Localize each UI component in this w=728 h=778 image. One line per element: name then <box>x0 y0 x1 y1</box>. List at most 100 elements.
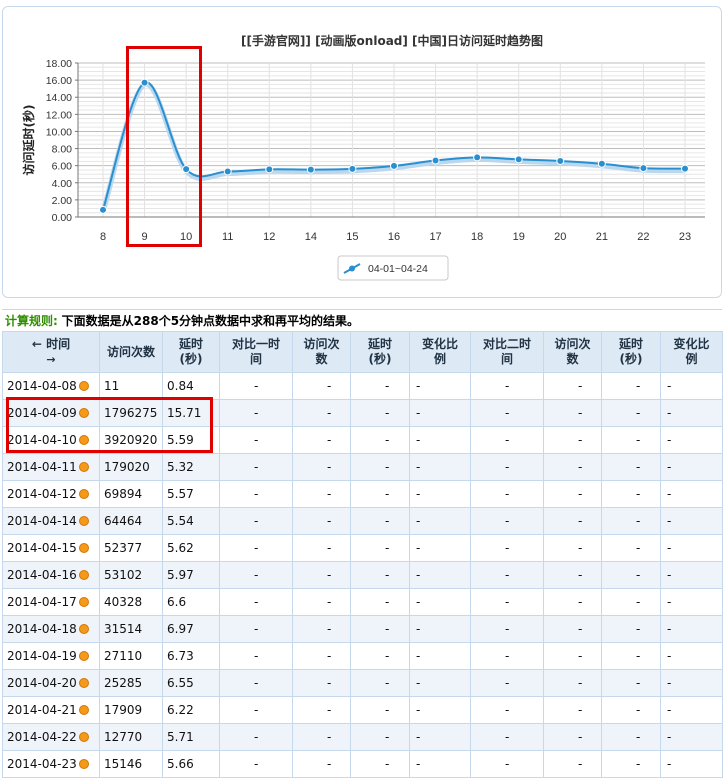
compare-cell: - <box>409 588 471 616</box>
date-cell[interactable]: 2014-04-09 <box>2 399 100 427</box>
orange-dot-icon[interactable] <box>78 569 89 580</box>
header-line: 数 <box>566 352 579 366</box>
y-tick-label: 12.00 <box>46 109 72 121</box>
orange-dot-icon[interactable] <box>78 434 89 445</box>
header-line: 变化比 <box>421 337 458 351</box>
compare-cell: - <box>219 534 293 562</box>
date-cell[interactable]: 2014-04-17 <box>2 588 100 616</box>
table-row: 2014-04-20 25285 6.55- - - - - - - - <box>2 669 723 697</box>
compare-cell: - <box>350 399 410 427</box>
compare-cell: - <box>350 588 410 616</box>
date-text: 2014-04-22 <box>7 730 77 744</box>
date-cell[interactable]: 2014-04-19 <box>2 642 100 670</box>
compare-cell: - <box>543 642 602 670</box>
compare-cell: - <box>601 453 661 481</box>
orange-dot-icon[interactable] <box>78 650 89 661</box>
data-point <box>99 205 107 214</box>
compare-cell: - <box>350 426 410 454</box>
compare-cell: - <box>409 615 471 643</box>
orange-dot-icon[interactable] <box>78 623 89 634</box>
orange-dot-icon[interactable] <box>78 488 89 499</box>
table-row: 2014-04-11 179020 5.32- - - - - - - - <box>2 453 723 481</box>
compare-cell: - <box>219 399 293 427</box>
compare-cell: - <box>292 534 351 562</box>
date-cell[interactable]: 2014-04-16 <box>2 561 100 589</box>
date-cell[interactable]: 2014-04-20 <box>2 669 100 697</box>
orange-dot-icon[interactable] <box>78 677 89 688</box>
orange-dot-icon[interactable] <box>78 515 89 526</box>
column-header: 延时 (秒) <box>162 331 220 373</box>
data-point <box>223 167 232 176</box>
compare-cell: - <box>219 453 293 481</box>
compare-cell: - <box>601 615 661 643</box>
compare-cell: - <box>292 399 351 427</box>
compare-cell: - <box>350 642 410 670</box>
compare-cell: - <box>601 588 661 616</box>
orange-dot-icon[interactable] <box>78 704 89 715</box>
sort-time-header[interactable]: ← 时间 → <box>2 331 100 373</box>
data-point <box>306 165 315 174</box>
compare-cell: - <box>292 372 351 400</box>
orange-dot-icon[interactable] <box>78 542 89 553</box>
x-tick-label: 18 <box>471 231 483 243</box>
date-cell[interactable]: 2014-04-21 <box>2 696 100 724</box>
date-cell[interactable]: 2014-04-11 <box>2 453 100 481</box>
header-line: 延时 <box>178 337 203 351</box>
compare-cell: - <box>409 399 471 427</box>
date-text: 2014-04-16 <box>7 568 77 582</box>
date-cell[interactable]: 2014-04-14 <box>2 507 100 535</box>
column-header: 延时 (秒) <box>350 331 410 373</box>
table-row: 2014-04-22 12770 5.71- - - - - - - - <box>2 723 723 751</box>
table-row: 2014-04-21 17909 6.22- - - - - - - - <box>2 696 723 724</box>
compare-cell: - <box>543 723 602 751</box>
date-text: 2014-04-14 <box>7 514 77 528</box>
data-point <box>348 164 357 173</box>
data-point <box>473 153 482 162</box>
table-row: 2014-04-17 40328 6.6- - - - - - - - <box>2 588 723 616</box>
visits-cell: 27110 <box>99 642 163 670</box>
visits-cell: 179020 <box>99 453 163 481</box>
data-point <box>556 156 565 165</box>
x-tick-label: 10 <box>180 231 192 243</box>
data-point <box>265 165 274 174</box>
visits-cell: 11 <box>99 372 163 400</box>
rule-label: 计算规则: <box>5 314 58 328</box>
table-body: 2014-04-08 11 0.84- - - - - - - -2014-04-09 179627… <box>2 372 723 778</box>
x-tick-label: 8 <box>100 231 106 243</box>
header-line: (秒) <box>619 352 643 366</box>
orange-dot-icon[interactable] <box>78 407 89 418</box>
x-tick-label: 22 <box>637 231 649 243</box>
compare-cell: - <box>601 669 661 697</box>
date-cell[interactable]: 2014-04-18 <box>2 615 100 643</box>
compare-cell: - <box>470 588 544 616</box>
compare-cell: - <box>470 723 544 751</box>
date-cell[interactable]: 2014-04-15 <box>2 534 100 562</box>
table-row: 2014-04-14 64464 5.54- - - - - - - - <box>2 507 723 535</box>
orange-dot-icon[interactable] <box>78 461 89 472</box>
orange-dot-icon[interactable] <box>78 758 89 769</box>
date-cell[interactable]: 2014-04-12 <box>2 480 100 508</box>
orange-dot-icon[interactable] <box>78 380 89 391</box>
date-cell[interactable]: 2014-04-10 <box>2 426 100 454</box>
y-tick-label: 4.00 <box>52 178 73 190</box>
compare-cell: - <box>292 750 351 778</box>
y-tick-label: 2.00 <box>52 195 73 207</box>
orange-dot-icon[interactable] <box>78 731 89 742</box>
compare-cell: - <box>409 723 471 751</box>
date-cell[interactable]: 2014-04-23 <box>2 750 100 778</box>
compare-cell: - <box>660 534 723 562</box>
header-line: (秒) <box>179 352 203 366</box>
table-row: 2014-04-23 15146 5.66- - - - - - - - <box>2 750 723 778</box>
compare-cell: - <box>543 615 602 643</box>
column-header: 对比一时间 <box>219 331 293 373</box>
column-header: 变化比例 <box>409 331 471 373</box>
date-cell[interactable]: 2014-04-22 <box>2 723 100 751</box>
table-row: 2014-04-16 53102 5.97- - - - - - - - <box>2 561 723 589</box>
compare-cell: - <box>470 507 544 535</box>
compare-cell: - <box>219 372 293 400</box>
compare-cell: - <box>219 696 293 724</box>
visits-cell: 69894 <box>99 480 163 508</box>
orange-dot-icon[interactable] <box>78 596 89 607</box>
date-cell[interactable]: 2014-04-08 <box>2 372 100 400</box>
compare-cell: - <box>601 561 661 589</box>
